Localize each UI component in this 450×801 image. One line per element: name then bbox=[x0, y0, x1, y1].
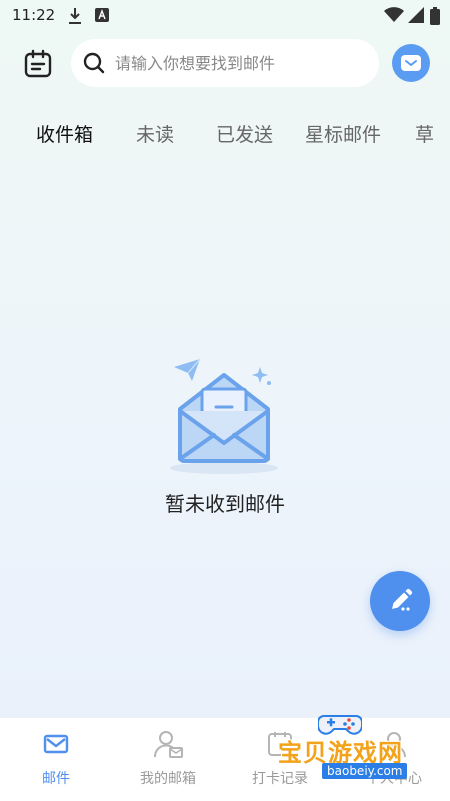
tab-starred[interactable]: 星标邮件 bbox=[305, 120, 381, 147]
empty-message: 暂未收到邮件 bbox=[165, 492, 285, 516]
wifi-icon bbox=[384, 7, 404, 27]
status-time: 11:22 bbox=[12, 6, 56, 24]
mail-avatar-button[interactable] bbox=[392, 44, 430, 82]
pencil-icon bbox=[392, 588, 413, 611]
watermark-url: baobeiy.com bbox=[322, 763, 408, 779]
watermark: 宝贝游戏网 baobeiy.com bbox=[270, 708, 450, 779]
mail-icon bbox=[38, 728, 74, 760]
download-icon bbox=[68, 7, 82, 29]
nav-my-mailbox[interactable]: 我的邮箱 bbox=[112, 718, 224, 801]
a-notification-icon bbox=[95, 7, 109, 27]
calendar-button[interactable] bbox=[20, 46, 56, 82]
tab-unread[interactable]: 未读 bbox=[136, 120, 174, 147]
tab-drafts[interactable]: 草 bbox=[415, 120, 434, 147]
top-bar bbox=[0, 36, 450, 90]
calendar-icon bbox=[24, 49, 52, 78]
tab-sent[interactable]: 已发送 bbox=[216, 120, 273, 147]
search-icon bbox=[83, 52, 105, 74]
nav-mail[interactable]: 邮件 bbox=[0, 718, 112, 801]
mailbox-tabs: 收件箱 未读 已发送 星标邮件 草 bbox=[0, 114, 450, 154]
mail-icon bbox=[401, 55, 421, 71]
status-bar: 11:22 bbox=[0, 0, 450, 32]
search-input[interactable] bbox=[113, 52, 367, 74]
tab-inbox[interactable]: 收件箱 bbox=[36, 120, 93, 147]
search-bar[interactable] bbox=[71, 39, 379, 87]
compose-button[interactable] bbox=[370, 571, 430, 631]
open-envelope-icon bbox=[170, 358, 278, 474]
empty-state: 暂未收到邮件 bbox=[0, 355, 450, 525]
battery-icon bbox=[430, 7, 440, 29]
signal-icon bbox=[408, 7, 424, 27]
nav-label: 我的邮箱 bbox=[140, 771, 196, 787]
nav-label: 邮件 bbox=[42, 771, 70, 787]
user-mail-icon bbox=[150, 728, 186, 760]
